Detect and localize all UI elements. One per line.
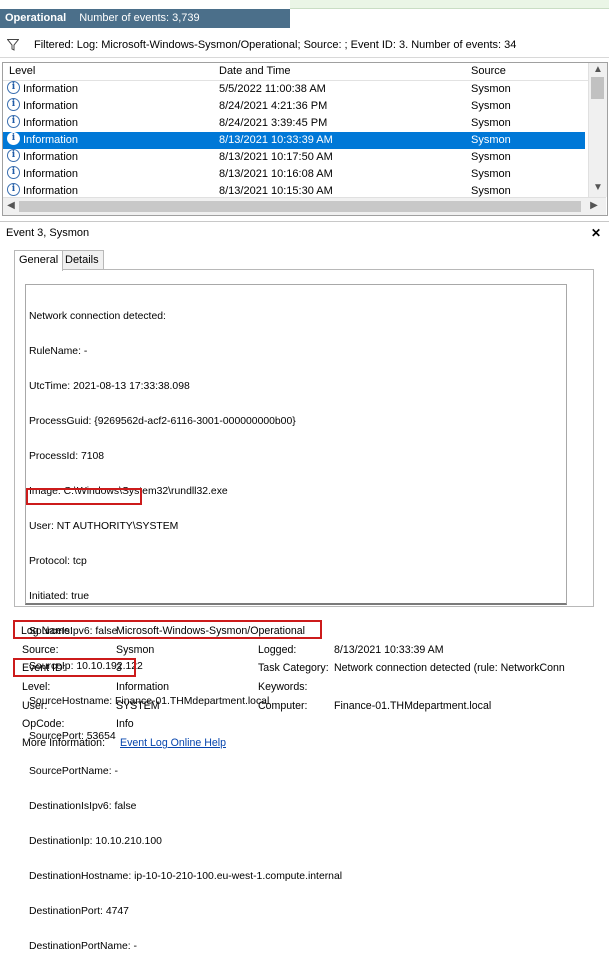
user-value: SYSTEM bbox=[116, 700, 160, 712]
info-icon: i bbox=[7, 98, 20, 111]
info-icon: i bbox=[7, 183, 20, 196]
log-name-highlight bbox=[13, 620, 322, 639]
desc-line: DestinationPort: 4747 bbox=[29, 905, 129, 917]
log-header: Operational Number of events: 3,739 bbox=[0, 9, 290, 28]
source-value: Sysmon bbox=[116, 644, 155, 656]
tab-general[interactable]: General bbox=[14, 250, 64, 271]
scroll-down-icon[interactable]: ▼ bbox=[591, 181, 605, 195]
more-information-label: More Information: bbox=[22, 737, 106, 749]
row-source: Sysmon bbox=[471, 117, 511, 129]
desc-line: DestinationPortName: - bbox=[29, 940, 137, 952]
row-source: Sysmon bbox=[471, 100, 511, 112]
destination-port-highlight bbox=[26, 488, 142, 505]
desc-line: UtcTime: 2021-08-13 17:33:38.098 bbox=[29, 381, 190, 393]
row-source: Sysmon bbox=[471, 134, 511, 146]
info-icon: i bbox=[7, 149, 20, 162]
row-source: Sysmon bbox=[471, 83, 511, 95]
table-row[interactable]: i Information 5/5/2022 11:00:38 AM Sysmo… bbox=[3, 81, 585, 98]
computer-value: Finance-01.THMdepartment.local bbox=[334, 700, 492, 712]
source-label: Source: bbox=[22, 644, 59, 656]
scroll-right-icon[interactable]: ▶ bbox=[587, 199, 601, 213]
row-datetime: 8/24/2021 4:21:36 PM bbox=[219, 100, 328, 112]
row-datetime: 8/13/2021 10:16:08 AM bbox=[219, 168, 333, 180]
horizontal-scrollbar[interactable]: ◀ ▶ bbox=[3, 197, 606, 215]
desc-line: DestinationHostname: ip-10-10-210-100.eu… bbox=[29, 870, 343, 882]
filter-bar: Filtered: Log: Microsoft-Windows-Sysmon/… bbox=[0, 33, 609, 58]
task-category-label: Task Category: bbox=[258, 662, 329, 674]
scroll-left-icon[interactable]: ◀ bbox=[4, 199, 18, 213]
user-label: User: bbox=[22, 700, 48, 712]
event-detail-title-bar: Event 3, Sysmon ✕ bbox=[0, 221, 609, 244]
info-icon: i bbox=[7, 132, 20, 145]
table-row-selected[interactable]: i Information 8/13/2021 10:33:39 AM Sysm… bbox=[3, 132, 585, 149]
task-category-value: Network connection detected (rule: Netwo… bbox=[334, 662, 565, 674]
table-row[interactable]: i Information 8/24/2021 4:21:36 PM Sysmo… bbox=[3, 98, 585, 115]
desc-line: Protocol: tcp bbox=[29, 556, 87, 568]
row-level: Information bbox=[23, 168, 79, 180]
row-level: Information bbox=[23, 134, 79, 146]
column-level[interactable]: Level bbox=[9, 63, 35, 80]
opcode-value: Info bbox=[116, 718, 134, 730]
log-title: Operational bbox=[5, 12, 67, 24]
general-tab-panel: Network connection detected: RuleName: -… bbox=[14, 269, 594, 952]
row-datetime: 8/24/2021 3:39:45 PM bbox=[219, 117, 328, 129]
row-level: Information bbox=[23, 83, 79, 95]
event-title: Event 3, Sysmon bbox=[6, 227, 90, 239]
desc-line: RuleName: - bbox=[29, 346, 88, 358]
event-log-online-help-link[interactable]: Event Log Online Help bbox=[120, 737, 226, 749]
opcode-label: OpCode: bbox=[22, 718, 65, 730]
computer-label: Computer: bbox=[258, 700, 308, 712]
column-header-row: Level Date and Time Source bbox=[3, 63, 588, 81]
info-icon: i bbox=[7, 81, 20, 94]
scroll-up-icon[interactable]: ▲ bbox=[591, 63, 605, 77]
table-row[interactable]: i Information 8/24/2021 3:39:45 PM Sysmo… bbox=[3, 115, 585, 132]
keywords-label: Keywords: bbox=[258, 681, 308, 693]
desc-line: Network connection detected: bbox=[29, 311, 166, 323]
desc-line: ProcessGuid: {9269562d-acf2-6116-3001-00… bbox=[29, 416, 296, 428]
row-source: Sysmon bbox=[471, 151, 511, 163]
row-level: Information bbox=[23, 117, 79, 129]
vertical-scroll-thumb[interactable] bbox=[591, 77, 604, 99]
event-id-highlight bbox=[13, 658, 136, 677]
close-icon[interactable]: ✕ bbox=[591, 222, 601, 244]
tab-details[interactable]: Details bbox=[60, 250, 104, 270]
event-description-box[interactable]: Network connection detected: RuleName: -… bbox=[25, 284, 567, 952]
info-icon: i bbox=[7, 115, 20, 128]
row-datetime: 8/13/2021 10:33:39 AM bbox=[219, 134, 333, 146]
column-date-time[interactable]: Date and Time bbox=[219, 63, 291, 80]
row-level: Information bbox=[23, 100, 79, 112]
row-source: Sysmon bbox=[471, 168, 511, 180]
vertical-scrollbar[interactable]: ▲ ▼ bbox=[588, 63, 607, 197]
logged-label: Logged: bbox=[258, 644, 297, 656]
desc-line: DestinationIsIpv6: false bbox=[29, 800, 137, 812]
table-row[interactable]: i Information 8/13/2021 10:16:08 AM Sysm… bbox=[3, 166, 585, 183]
logged-value: 8/13/2021 10:33:39 AM bbox=[334, 644, 444, 656]
info-icon: i bbox=[7, 166, 20, 179]
desc-line: ProcessId: 7108 bbox=[29, 451, 105, 463]
desc-line: Initiated: true bbox=[29, 591, 90, 603]
desc-line: SourcePortName: - bbox=[29, 765, 118, 777]
table-row[interactable]: i Information 8/13/2021 10:17:50 AM Sysm… bbox=[3, 149, 585, 166]
row-level: Information bbox=[23, 151, 79, 163]
horizontal-scroll-thumb[interactable] bbox=[19, 201, 581, 212]
filter-text: Filtered: Log: Microsoft-Windows-Sysmon/… bbox=[34, 39, 517, 51]
event-list[interactable]: Level Date and Time Source i Information… bbox=[2, 62, 608, 216]
row-datetime: 5/5/2022 11:00:38 AM bbox=[219, 83, 326, 95]
column-source[interactable]: Source bbox=[471, 63, 506, 80]
desc-line: User: NT AUTHORITY\SYSTEM bbox=[29, 521, 179, 533]
top-strip bbox=[290, 0, 609, 9]
row-datetime: 8/13/2021 10:17:50 AM bbox=[219, 151, 333, 163]
level-label: Level: bbox=[22, 681, 51, 693]
desc-line: DestinationIp: 10.10.210.100 bbox=[29, 835, 162, 847]
level-value: Information bbox=[116, 681, 169, 693]
event-count: Number of events: 3,739 bbox=[79, 12, 200, 24]
filter-funnel-icon bbox=[7, 39, 19, 51]
